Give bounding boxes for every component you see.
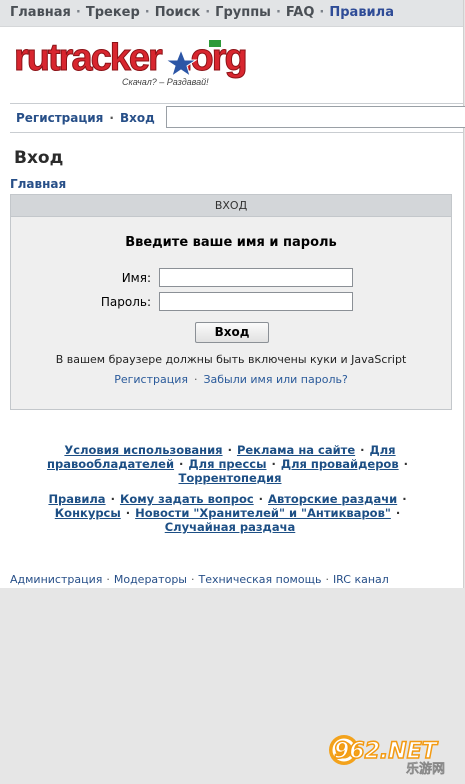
username-field[interactable] [159,268,353,287]
login-link[interactable]: Вход [120,111,155,125]
footer-providers-link[interactable]: Для провайдеров [281,457,399,471]
rutracker-logo-image: rutracker .org Скачал? – Раздавай! [14,37,248,88]
footer-random-link[interactable]: Случайная раздача [165,520,296,534]
separator: · [360,443,365,457]
separator: · [125,506,131,520]
footer-rules-link[interactable]: Правила [48,492,105,506]
separator: · [325,573,329,586]
footer-links-1: Условия использования · Реклама на сайте · Д… [20,443,440,485]
svg-text:962.NET: 962.NET [334,739,439,764]
password-field[interactable] [159,292,353,311]
site-logo[interactable]: rutracker .org Скачал? – Раздавай! [14,36,254,92]
nav-search[interactable]: Поиск [155,5,200,20]
nav-home[interactable]: Главная [10,5,71,20]
nav-tracker[interactable]: Трекер [86,5,140,20]
separator: · [271,457,276,471]
logo-tagline: Скачал? – Раздавай! [122,77,209,87]
separator: · [144,5,150,20]
separator: · [110,492,115,506]
separator: · [275,5,281,20]
register-link[interactable]: Регистрация [16,111,103,125]
svg-text:rutracker: rutracker [14,37,163,79]
footer-for-link[interactable]: Для [370,443,396,457]
page-title: Вход [14,148,64,168]
bottom-links: Администрация · Модераторы · Техническая пом… [10,573,389,586]
nav-rules[interactable]: Правила [329,5,394,20]
footer-news-link[interactable]: Новости "Хранителей" и "Антикваров" [135,506,391,520]
login-box-title: Введите ваше имя и пароль [125,235,337,250]
separator: · [402,492,407,506]
forgot-password-link[interactable]: Забыли имя или пароль? [203,373,347,386]
footer-contests-link[interactable]: Конкурсы [55,506,121,520]
breadcrumb-home-link[interactable]: Главная [10,177,66,191]
separator: · [193,373,198,386]
breadcrumb: Главная [10,177,66,191]
nav-faq[interactable]: FAQ [286,5,315,20]
separator: · [227,443,232,457]
login-help-links: Регистрация · Забыли имя или пароль? [11,373,451,386]
footer-author-link[interactable]: Авторские раздачи [268,492,397,506]
auth-bar: Регистрация · Вход [10,103,465,133]
separator: · [395,506,401,520]
separator: · [205,5,211,20]
login-box-header: ВХОД [11,195,451,217]
irc-link[interactable]: IRC канал [333,573,389,586]
page: Главная · Трекер · Поиск · Группы · FAQ · Правила … [0,0,465,588]
footer-torrentopedia-link[interactable]: Торрентопедия [179,471,282,485]
login-box: ВХОД Введите ваше имя и пароль Имя: Паро… [10,194,452,410]
password-row: Пароль: [11,292,151,312]
login-submit-button[interactable]: Вход [195,322,269,343]
footer-rightholders-link[interactable]: правообладателей [47,457,174,471]
top-navigation: Главная · Трекер · Поиск · Группы · FAQ · Правила [0,0,463,27]
separator: · [109,111,114,125]
password-label: Пароль: [100,295,151,309]
separator: · [75,5,81,20]
svg-text:乐游网: 乐游网 [406,761,445,777]
separator: · [190,573,195,586]
separator: · [179,457,184,471]
separator: · [319,5,325,20]
separator: · [403,457,408,471]
username-row: Имя: [11,268,151,288]
footer-links-2: Правила · Кому задать вопрос · Авторские раз… [20,492,440,534]
search-input[interactable] [166,106,465,128]
cookies-note: В вашем браузере должны быть включены ку… [55,353,407,366]
username-label: Имя: [121,271,151,285]
watermark-logo: 962.NET 乐游网 [326,728,458,778]
footer-ads-link[interactable]: Реклама на сайте [237,443,355,457]
footer-terms-link[interactable]: Условия использования [64,443,222,457]
footer-ask-link[interactable]: Кому задать вопрос [120,492,254,506]
admin-link[interactable]: Администрация [10,573,102,586]
box-register-link[interactable]: Регистрация [114,373,188,386]
footer-press-link[interactable]: Для прессы [188,457,266,471]
nav-groups[interactable]: Группы [215,5,271,20]
separator: · [106,573,110,586]
separator: · [258,492,264,506]
support-link[interactable]: Техническая помощь [198,573,321,586]
moderators-link[interactable]: Модераторы [114,573,187,586]
